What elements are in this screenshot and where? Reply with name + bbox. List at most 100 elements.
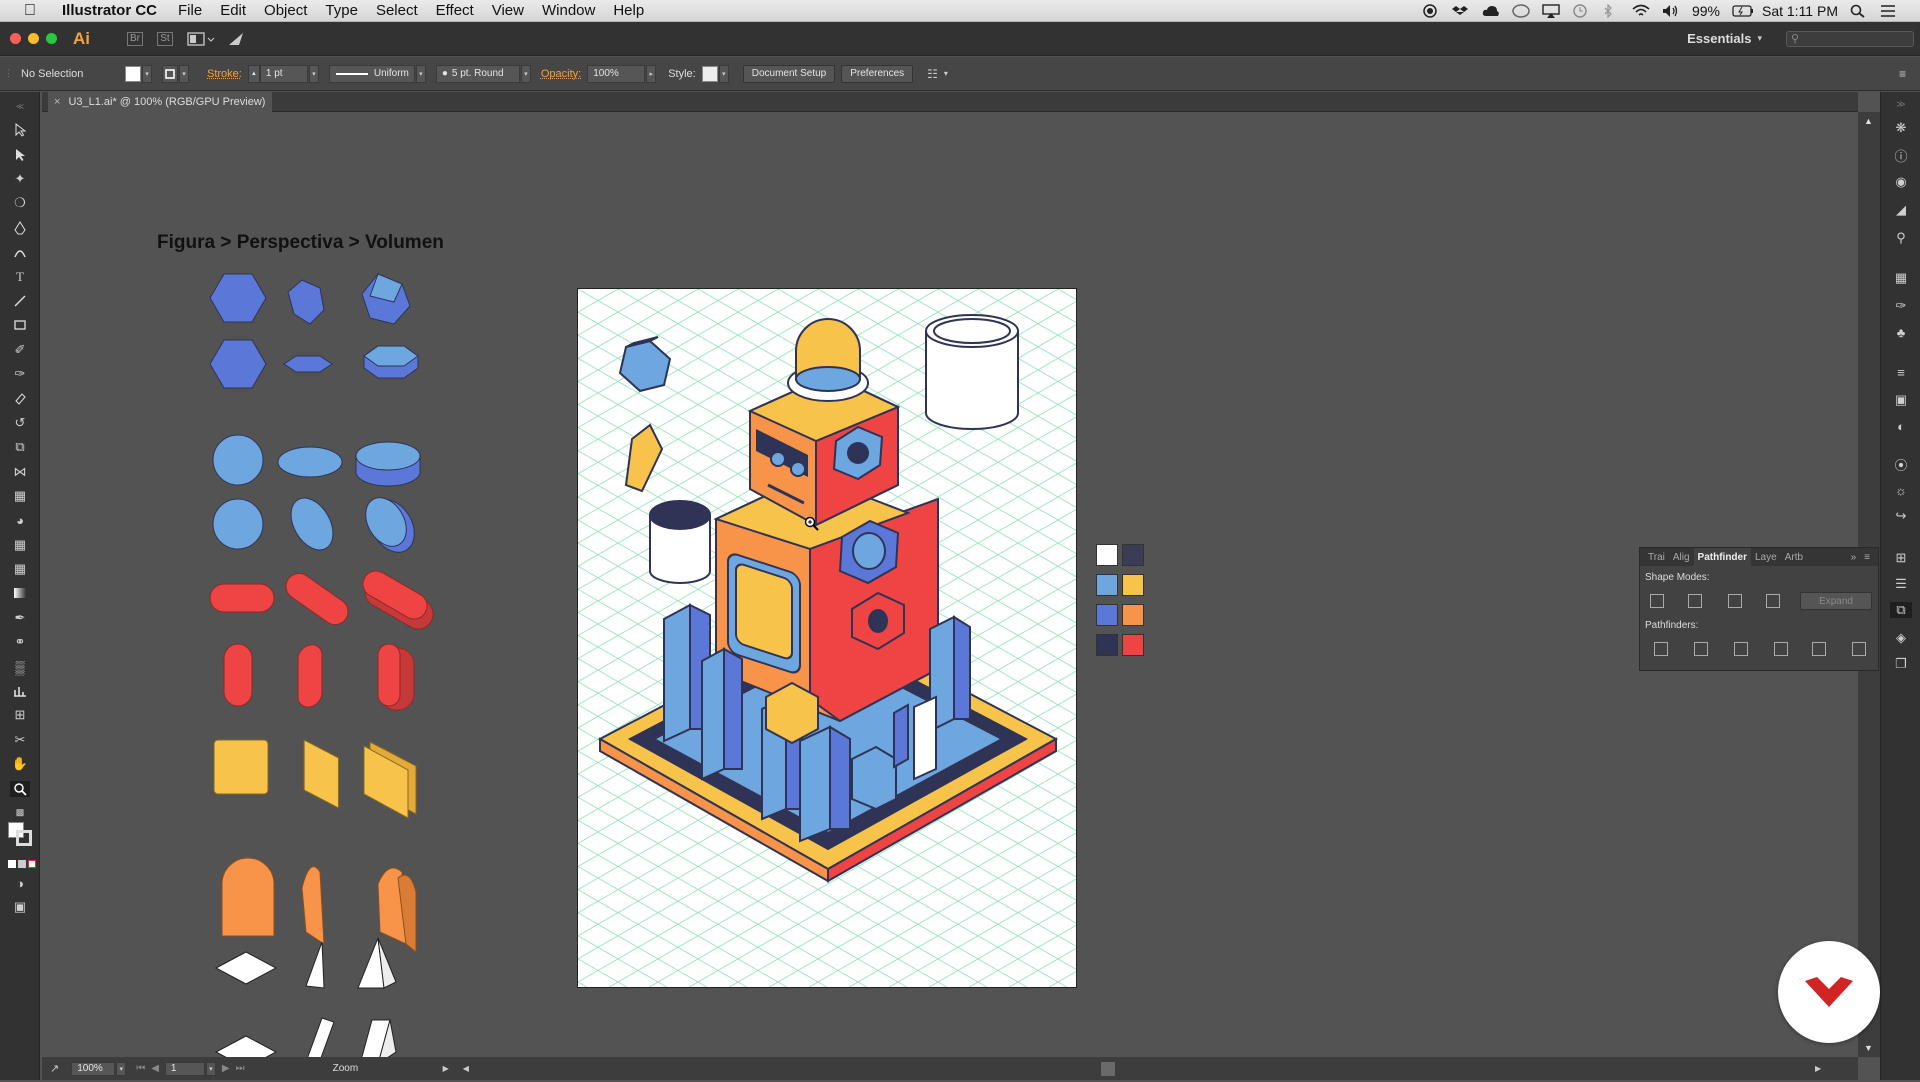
default-fill-stroke-icon[interactable]: ▩ [12, 804, 28, 820]
brushes-icon[interactable]: ✑ [1893, 298, 1909, 314]
bridge-button[interactable]: Br [127, 31, 143, 46]
trim-button[interactable] [1694, 642, 1708, 656]
fill-dropdown[interactable]: ▾ [142, 64, 152, 83]
intersect-button[interactable] [1728, 594, 1742, 608]
first-artboard-icon[interactable]: ⏮ [136, 1063, 145, 1074]
export-icon[interactable]: ↪ [1893, 508, 1909, 524]
pen-tool-icon[interactable] [12, 220, 28, 236]
swatch-yellow[interactable] [1122, 574, 1144, 596]
appearance-panel-icon[interactable]: ☼ [1893, 482, 1909, 498]
tab-layers[interactable]: Laye [1751, 552, 1781, 563]
cloud-icon[interactable] [1482, 4, 1500, 18]
menu-type[interactable]: Type [325, 2, 358, 19]
fill-swatch[interactable] [125, 65, 141, 82]
clock[interactable]: Sat 1:11 PM [1762, 3, 1838, 19]
toolbar-collapse-icon[interactable]: ≪ [12, 98, 28, 114]
opacity-label[interactable]: Opacity: [541, 68, 581, 80]
arrange-documents-icon[interactable] [187, 31, 215, 47]
menu-file[interactable]: File [178, 2, 202, 19]
share-icon[interactable]: ↗ [50, 1062, 59, 1075]
stock-button[interactable]: St [157, 31, 173, 46]
menu-window[interactable]: Window [542, 2, 595, 19]
robot-illustration[interactable] [578, 289, 1077, 988]
battery-icon[interactable] [1732, 4, 1753, 18]
slice-tool-icon[interactable]: ✂ [12, 732, 28, 748]
zoom-tool-icon[interactable] [10, 781, 30, 797]
wifi-icon[interactable] [1632, 4, 1650, 18]
menu-edit[interactable]: Edit [220, 2, 246, 19]
swatch-blue[interactable] [1096, 604, 1118, 626]
tab-artboards[interactable]: Artb [1781, 552, 1807, 563]
control-panel-menu-icon[interactable]: ≡ [1899, 67, 1906, 81]
paintbrush-tool-icon[interactable]: ✐ [12, 342, 28, 358]
stroke-weight-dropdown[interactable]: ▾ [308, 64, 319, 83]
brush-definition[interactable]: ● 5 pt. Round [435, 64, 520, 83]
shape-builder-tool-icon[interactable]: ◕ [12, 512, 28, 528]
canvas-heading-text[interactable]: Figura > Perspectiva > Volumen [157, 232, 444, 254]
stroke-swatch[interactable] [162, 64, 178, 83]
panel-collapse-icon[interactable]: » [1847, 552, 1861, 563]
tab-transform[interactable]: Trai [1644, 552, 1669, 563]
shape-study-artwork[interactable] [202, 272, 462, 1032]
brush-dropdown[interactable]: ▾ [520, 64, 531, 83]
minus-back-button[interactable] [1852, 642, 1866, 656]
profile-dropdown[interactable]: ▾ [415, 64, 426, 83]
swatch-orange[interactable] [1122, 604, 1144, 626]
preferences-button[interactable]: Preferences [841, 64, 914, 83]
artboard-tool-icon[interactable]: ⊞ [12, 707, 28, 723]
horizontal-scroll-track[interactable] [475, 1061, 1815, 1076]
info-icon[interactable]: ⓘ [1893, 147, 1909, 164]
scroll-up-icon[interactable]: ▲ [1864, 116, 1873, 126]
scale-tool-icon[interactable]: ⧉ [12, 439, 28, 455]
blob-brush-tool-icon[interactable]: ✑ [12, 366, 28, 382]
help-search-input[interactable]: ⚲ [1786, 30, 1914, 47]
transform-icon[interactable]: ⊞ [1893, 550, 1909, 566]
creative-cloud-icon[interactable] [1512, 3, 1530, 18]
graphic-style-swatch[interactable] [701, 65, 718, 82]
transparency-icon[interactable]: ◐ [1893, 418, 1909, 434]
unite-button[interactable] [1650, 594, 1664, 608]
workspace-switcher[interactable]: Essentials [1687, 31, 1751, 46]
color-mode-icon[interactable] [8, 860, 16, 868]
app-menu[interactable]: Illustrator CC [62, 2, 157, 19]
symbol-sprayer-tool-icon[interactable]: ▒ [12, 659, 28, 675]
battery-percent[interactable]: 99% [1692, 3, 1720, 19]
divide-button[interactable] [1654, 642, 1668, 656]
stroke-color-box[interactable] [16, 830, 32, 846]
zoom-level-input[interactable]: 100% [71, 1061, 116, 1076]
swatch-light-blue[interactable] [1096, 574, 1118, 596]
artboard[interactable] [577, 288, 1077, 988]
menu-help[interactable]: Help [613, 2, 644, 19]
perspective-grid-tool-icon[interactable]: ▦ [12, 537, 28, 553]
arrange-icon[interactable]: ☷ [927, 67, 938, 81]
width-tool-icon[interactable]: ⋈ [12, 464, 28, 480]
line-segment-tool-icon[interactable] [12, 293, 28, 309]
exclude-button[interactable] [1766, 594, 1780, 608]
dropbox-icon[interactable] [1451, 4, 1470, 18]
lasso-tool-icon[interactable]: ❍ [12, 195, 28, 211]
apple-icon[interactable]:  [18, 2, 42, 20]
variable-width-profile[interactable]: Uniform [328, 64, 415, 83]
free-transform-tool-icon[interactable]: ▦ [12, 488, 28, 504]
spotlight-icon[interactable] [1850, 4, 1868, 18]
drawing-modes-icon[interactable]: ◑ [12, 875, 28, 891]
bluetooth-icon[interactable] [1602, 2, 1620, 19]
merge-button[interactable] [1734, 642, 1748, 656]
horizontal-scroll-thumb[interactable] [1100, 1061, 1115, 1076]
gradient-mode-icon[interactable] [18, 860, 26, 868]
minimize-window-button[interactable] [28, 33, 39, 44]
artboards-icon[interactable]: ❐ [1893, 656, 1909, 672]
type-tool-icon[interactable]: T [12, 269, 28, 285]
swatch-red[interactable] [1122, 634, 1144, 656]
menu-view[interactable]: View [492, 2, 524, 19]
screen-mode-icon[interactable]: ▣ [12, 899, 28, 915]
magic-wand-tool-icon[interactable]: ✦ [12, 171, 28, 187]
curvature-tool-icon[interactable] [12, 244, 28, 260]
stroke-stepper[interactable]: ▲ [247, 64, 260, 83]
swatch-navy[interactable] [1096, 634, 1118, 656]
zoom-dropdown[interactable]: ▾ [116, 1061, 127, 1076]
pathfinder-icon[interactable]: ⧉ [1890, 602, 1912, 618]
workspace-chevron-icon[interactable]: ▾ [1757, 33, 1762, 44]
time-machine-icon[interactable] [1572, 3, 1590, 18]
color-icon[interactable]: ◉ [1893, 174, 1909, 190]
